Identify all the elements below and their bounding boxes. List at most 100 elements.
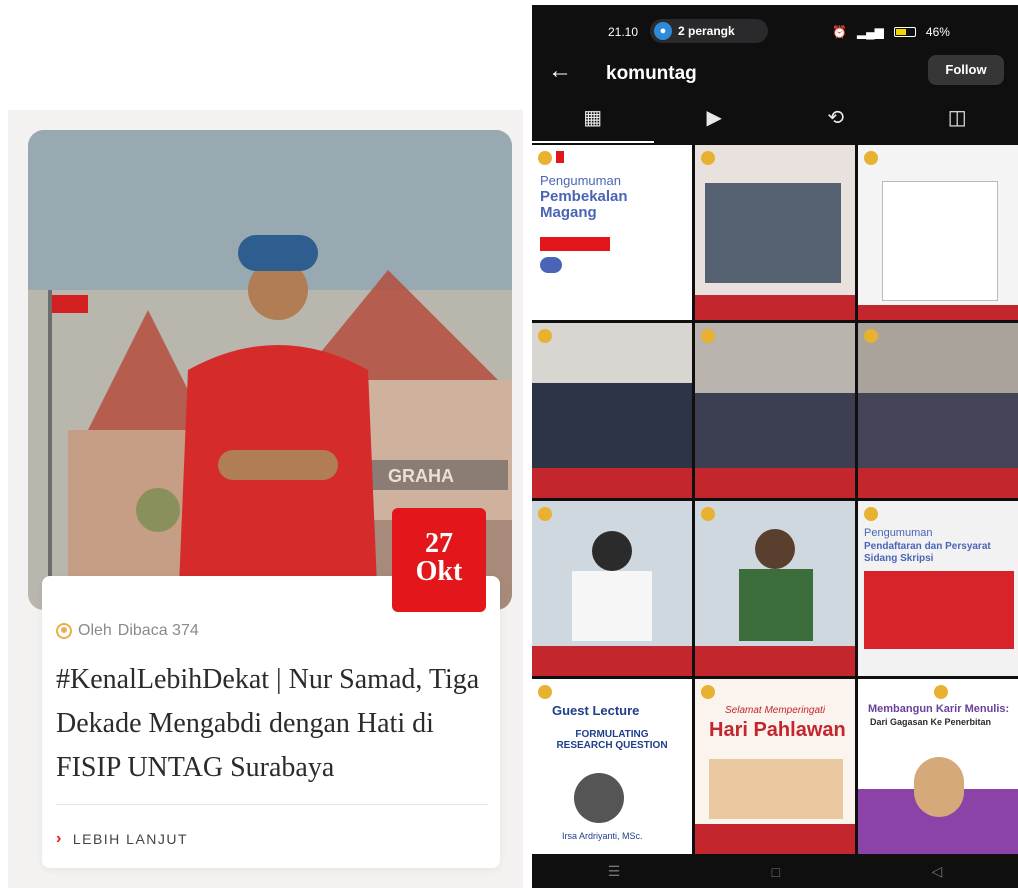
- article-title[interactable]: #KenalLebihDekat | Nur Samad, Tiga Dekad…: [56, 658, 486, 790]
- signal-icon: ▂▄▆: [856, 25, 884, 39]
- tile-title: Pembekalan Magang: [540, 188, 628, 221]
- tile-subtitle: FORMULATING RESEARCH QUESTION: [556, 729, 668, 751]
- tile-heading: Membangun Karir Menulis:: [868, 703, 1010, 715]
- tile-photo: [532, 383, 692, 468]
- tile-date-bar: [540, 237, 610, 251]
- post-tile[interactable]: Guest Lecture FORMULATING RESEARCH QUEST…: [532, 679, 692, 854]
- university-logo-icon: [864, 507, 878, 521]
- profile-username: komuntag: [606, 63, 697, 84]
- posts-grid: Pengumuman Pembekalan Magang Pengumuman …: [532, 145, 1018, 854]
- tile-figure: [572, 571, 652, 641]
- profile-tabs: ▦ ▶ ⟲ ◫: [532, 99, 1018, 143]
- system-nav-bar: ☰ □ ◁: [532, 855, 1018, 888]
- tile-heading: Pengumuman: [540, 173, 621, 188]
- tile-photo: [695, 393, 855, 468]
- article-card: Oleh Dibaca 374 #KenalLebihDekat | Nur S…: [42, 576, 500, 868]
- date-badge: 27 Okt: [392, 508, 486, 612]
- post-tile[interactable]: [695, 501, 855, 676]
- tile-photo: [858, 393, 1018, 468]
- zoom-icon: [540, 257, 562, 273]
- menu-icon[interactable]: ☰: [608, 863, 621, 880]
- status-pill: ● 2 perangk: [650, 19, 768, 43]
- speaker-name: Irsa Ardriyanti, MSc.: [562, 831, 643, 841]
- status-pill-text: 2 perangk: [678, 24, 735, 38]
- tile-title: Hari Pahlawan: [709, 719, 846, 741]
- tile-title: Dari Gagasan Ke Penerbitan: [870, 717, 992, 727]
- tile-heading: Pengumuman: [864, 527, 933, 539]
- tab-grid-icon[interactable]: ▦: [532, 99, 654, 143]
- phone-screen: 21.10 ● 2 perangk ⏰ ▂▄▆ 46% ← komuntag F…: [532, 5, 1018, 888]
- post-tile[interactable]: [858, 145, 1018, 320]
- tile-info-box: [864, 571, 1014, 649]
- device-icon: ●: [654, 22, 672, 40]
- tile-caption-bar: [695, 646, 855, 676]
- status-bar: 21.10 ● 2 perangk ⏰ ▂▄▆ 46%: [532, 5, 1018, 51]
- university-logo-icon: [701, 329, 715, 343]
- tile-heading: Guest Lecture: [552, 703, 640, 718]
- status-icons: ⏰ ▂▄▆ 46%: [832, 25, 950, 39]
- university-logo-icon: [538, 685, 552, 699]
- tile-illustration: [709, 759, 843, 819]
- tile-heading: Selamat Memperingati: [725, 705, 826, 716]
- tile-caption-bar: [532, 468, 692, 498]
- hero-sign-text: GRAHA: [388, 466, 454, 486]
- battery-icon: [893, 27, 916, 37]
- tile-photo: [705, 183, 841, 283]
- chevron-right-icon: ›: [56, 830, 63, 847]
- speaker-photo: [574, 773, 624, 823]
- read-more-link[interactable]: › LEBIH LANJUT: [56, 830, 188, 848]
- post-tile[interactable]: [695, 145, 855, 320]
- screenshot-root: GRAHA 27 Okt Oleh Dibaca 374 #KenalLebih…: [0, 0, 1018, 888]
- user-icon: [56, 623, 72, 639]
- university-logo-icon: [538, 151, 552, 165]
- university-logo-icon: [538, 329, 552, 343]
- post-tile[interactable]: [532, 323, 692, 498]
- tile-caption-bar: [695, 295, 855, 320]
- university-logo-icon: [701, 685, 715, 699]
- tile-portrait: [592, 531, 632, 571]
- article-meta: Oleh Dibaca 374: [56, 622, 199, 640]
- tile-caption-bar: [695, 824, 855, 854]
- date-day: 27: [425, 528, 453, 559]
- tile-title: Pendaftaran dan Persyarat Sidang Skripsi: [864, 541, 991, 564]
- tile-portrait: [755, 529, 795, 569]
- tile-caption-bar: [532, 646, 692, 676]
- flag-icon: [556, 151, 564, 163]
- post-tile[interactable]: Pengumuman Pembekalan Magang: [532, 145, 692, 320]
- post-tile[interactable]: Selamat Memperingati Hari Pahlawan: [695, 679, 855, 854]
- post-tile[interactable]: [695, 323, 855, 498]
- speaker-photo: [914, 757, 964, 817]
- tile-caption-bar: [695, 468, 855, 498]
- university-logo-icon: [864, 329, 878, 343]
- date-month: Okt: [415, 556, 463, 587]
- battery-level: 46%: [925, 25, 950, 39]
- tile-caption-bar: [858, 468, 1018, 498]
- university-logo-icon: [538, 507, 552, 521]
- tile-figure: [739, 569, 813, 641]
- university-logo-icon: [701, 151, 715, 165]
- profile-header: ← komuntag Follow: [532, 51, 1018, 99]
- author-label[interactable]: Oleh: [78, 622, 112, 640]
- card-divider: [56, 804, 488, 805]
- tab-reposts-icon[interactable]: ⟲: [775, 99, 897, 143]
- alarm-icon: ⏰: [832, 25, 847, 39]
- back-arrow-icon[interactable]: ←: [548, 57, 572, 85]
- university-logo-icon: [864, 151, 878, 165]
- post-tile[interactable]: [532, 501, 692, 676]
- views-label: Dibaca 374: [117, 622, 199, 639]
- university-logo-icon: [934, 685, 948, 699]
- follow-button[interactable]: Follow: [928, 55, 1004, 85]
- tile-document: [882, 181, 998, 301]
- post-tile[interactable]: Pengumuman Pendaftaran dan Persyarat Sid…: [858, 501, 1018, 676]
- tab-reels-icon[interactable]: ▶: [654, 99, 776, 143]
- status-time: 21.10: [608, 25, 639, 39]
- tile-caption-bar: [858, 305, 1018, 320]
- back-icon[interactable]: ◁: [932, 863, 943, 880]
- article-panel: GRAHA 27 Okt Oleh Dibaca 374 #KenalLebih…: [8, 110, 523, 888]
- home-icon[interactable]: □: [772, 864, 780, 880]
- post-tile[interactable]: [858, 323, 1018, 498]
- tab-tagged-icon[interactable]: ◫: [897, 99, 1018, 143]
- read-more-label: LEBIH LANJUT: [72, 831, 189, 847]
- post-tile[interactable]: Membangun Karir Menulis: Dari Gagasan Ke…: [858, 679, 1018, 854]
- university-logo-icon: [701, 507, 715, 521]
